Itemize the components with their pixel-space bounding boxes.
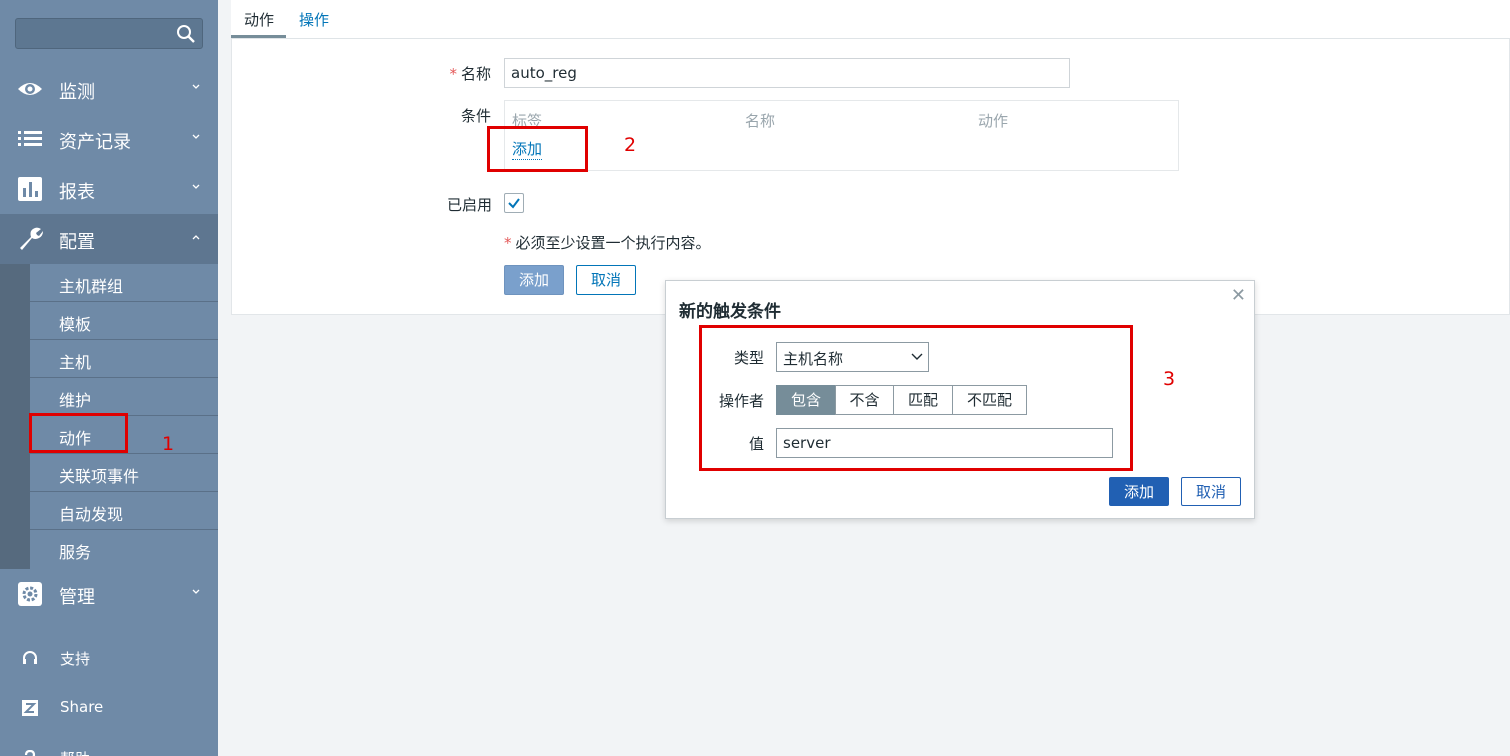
submenu-item-label: 自动发现 [59,505,124,524]
required-asterisk: * [449,65,457,83]
tab-bar: 动作 操作 [231,0,1510,39]
conditions-table: 标签 名称 动作 添加 [504,100,1179,171]
name-label-text: 名称 [460,65,491,83]
nav-administration[interactable]: 管理 [0,569,218,619]
footer-support[interactable]: 支持 [0,638,218,678]
nav-inventory-label: 资产记录 [59,132,131,153]
nav-monitoring-label: 监测 [59,82,95,103]
nav-configuration[interactable]: 配置 [0,214,218,264]
form-cancel-button[interactable]: 取消 [576,265,636,295]
annotation-box-1 [29,413,128,453]
nav-monitoring[interactable]: 监测 [0,64,218,114]
submenu-item-label: 服务 [59,543,92,562]
search-input[interactable] [15,18,203,49]
footer-help-label: 帮助 [60,748,90,756]
name-input[interactable] [504,58,1070,88]
annotation-label-3: 3 [1163,368,1176,390]
chevron-up-icon [192,235,200,240]
dialog-cancel-button[interactable]: 取消 [1181,477,1241,506]
dialog-add-button[interactable]: 添加 [1109,477,1169,506]
submenu-item-label: 主机 [59,353,92,372]
nav-reports-label: 报表 [59,182,95,203]
bar-chart-icon [17,177,43,201]
nav-inventory[interactable]: 资产记录 [0,114,218,164]
submenu-item-label: 关联项事件 [59,467,140,486]
chevron-down-icon [192,184,200,189]
enabled-label: 已启用 [446,196,492,214]
form-add-button[interactable]: 添加 [504,265,564,295]
chevron-down-icon [192,134,200,139]
conditions-header-name: 名称 [745,112,776,130]
enabled-checkbox[interactable] [504,193,524,213]
list-icon [17,127,43,151]
gear-icon [17,582,43,606]
dialog-title: 新的触发条件 [679,302,781,322]
footer-help[interactable]: 帮助 [0,738,218,756]
conditions-label: 条件 [461,107,492,125]
headset-icon [20,648,40,668]
submenu-item-label: 主机群组 [59,277,124,296]
submenu-item-services[interactable]: 服务 [30,530,218,569]
required-asterisk: * [504,234,512,252]
required-note-text: 必须至少设置一个执行内容。 [515,234,711,252]
submenu-item-host-groups[interactable]: 主机群组 [30,264,218,302]
submenu-item-templates[interactable]: 模板 [30,302,218,340]
name-label: * 名称 [449,63,491,84]
nav-configuration-label: 配置 [59,232,95,253]
eye-icon [17,77,43,101]
nav-reports[interactable]: 报表 [0,164,218,214]
submenu-rail [0,264,30,569]
footer-support-label: 支持 [60,650,91,668]
submenu-item-hosts[interactable]: 主机 [30,340,218,378]
footer-share[interactable]: Share [0,688,218,728]
required-note: * 必须至少设置一个执行内容。 [504,232,711,253]
chevron-down-icon [192,84,200,89]
submenu-item-discovery[interactable]: 自动发现 [30,492,218,530]
nav-administration-label: 管理 [59,587,95,608]
sidebar: 监测 资产记录 报表 配置 主机群组 模板 主机 维护 动作 关联项事件 自动发… [0,0,218,756]
annotation-label-2: 2 [624,134,637,156]
submenu-item-label: 维护 [59,391,92,410]
annotation-box-3 [699,325,1133,471]
annotation-box-2 [487,126,588,172]
tab-action[interactable]: 动作 [244,9,274,30]
tab-operations[interactable]: 操作 [299,9,329,30]
close-icon[interactable]: ✕ [1231,285,1246,306]
footer-share-label: Share [60,698,104,716]
submenu-item-label: 模板 [59,315,92,334]
conditions-header-action: 动作 [978,112,1009,130]
annotation-label-1: 1 [162,433,175,455]
search-icon[interactable] [176,24,196,44]
wrench-icon [17,227,43,251]
checkmark-icon [508,198,520,209]
chevron-down-icon [192,589,200,594]
help-icon [20,748,40,756]
active-tab-indicator [231,35,286,38]
submenu-item-event-correlation[interactable]: 关联项事件 [30,454,218,492]
submenu-item-maintenance[interactable]: 维护 [30,378,218,416]
share-z-icon [20,698,40,718]
